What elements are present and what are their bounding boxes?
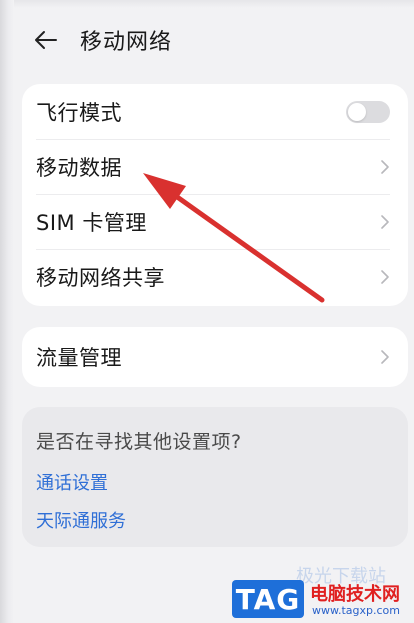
chevron-right-icon <box>380 269 390 285</box>
airplane-mode-toggle[interactable] <box>346 100 390 123</box>
top-edge-shadow <box>14 0 414 8</box>
call-settings-link[interactable]: 通话设置 <box>36 469 108 495</box>
airplane-mode-row[interactable]: 飞行模式 <box>22 84 408 139</box>
network-sharing-row[interactable]: 移动网络共享 <box>22 249 408 304</box>
left-edge-shadow <box>0 0 14 623</box>
network-settings-card: 飞行模式 移动数据 SIM 卡管理 移动网络共享 <box>22 84 408 306</box>
airplane-mode-label: 飞行模式 <box>36 100 122 125</box>
watermark-url: www.tagxp.com <box>312 604 400 617</box>
traffic-management-card: 流量管理 <box>22 327 408 387</box>
sim-management-label: SIM 卡管理 <box>36 210 147 235</box>
watermark: 极光下载站 TAG 电脑技术网 www.tagxp.com <box>232 566 410 620</box>
sim-management-row[interactable]: SIM 卡管理 <box>22 194 408 249</box>
mobile-data-label: 移动数据 <box>36 155 122 180</box>
traffic-management-label: 流量管理 <box>36 346 122 370</box>
suggestions-title: 是否在寻找其他设置项? <box>36 431 242 453</box>
chevron-right-icon <box>380 349 390 365</box>
back-button[interactable] <box>24 18 68 62</box>
toggle-knob <box>348 102 366 121</box>
watermark-site-name: 电脑技术网 <box>310 584 400 605</box>
mobile-network-screen: 移动网络 飞行模式 移动数据 SIM 卡管理 移动网络共享 流量管理 是否在寻找… <box>0 0 414 623</box>
mobile-data-row[interactable]: 移动数据 <box>22 139 408 194</box>
watermark-logo: TAG <box>232 580 304 618</box>
network-sharing-label: 移动网络共享 <box>36 265 165 290</box>
chevron-right-icon <box>380 214 390 230</box>
traffic-management-row[interactable]: 流量管理 <box>22 327 408 387</box>
tianjitong-service-link[interactable]: 天际通服务 <box>36 507 126 533</box>
page-title: 移动网络 <box>80 30 173 55</box>
page-header: 移动网络 <box>14 18 404 62</box>
arrow-left-icon <box>35 31 57 49</box>
chevron-right-icon <box>380 159 390 175</box>
suggestions-card: 是否在寻找其他设置项? 通话设置 天际通服务 <box>22 407 408 547</box>
